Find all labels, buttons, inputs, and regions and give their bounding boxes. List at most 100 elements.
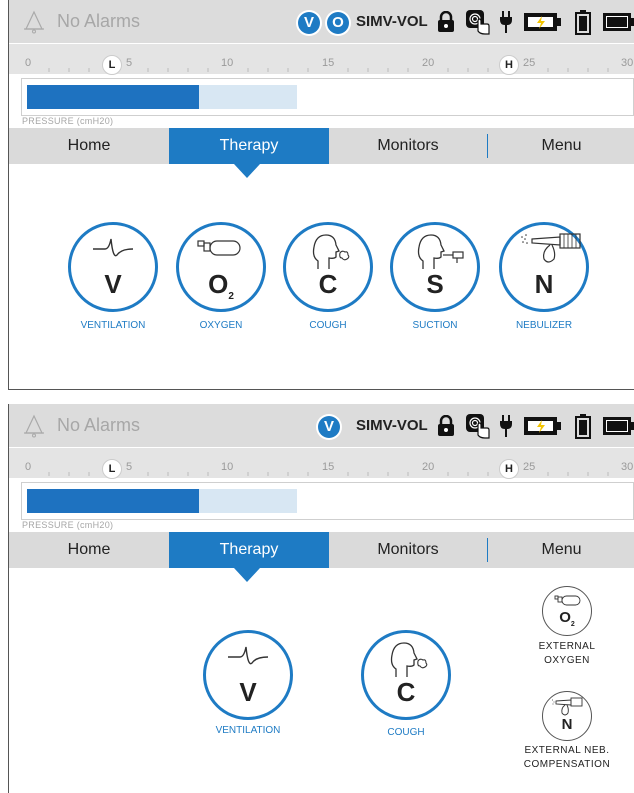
oxygen-tank-icon xyxy=(197,240,241,256)
caption-line: EXTERNAL NEB. xyxy=(524,745,610,756)
external-neb-caption: EXTERNAL NEB. COMPENSATION xyxy=(515,744,619,772)
touch-lock-icon[interactable] xyxy=(465,413,491,439)
pressure-current-bar xyxy=(27,489,199,513)
high-limit-marker[interactable]: H xyxy=(499,55,519,75)
scale-number: 30 xyxy=(621,57,634,69)
bell-icon[interactable] xyxy=(23,9,45,35)
low-limit-marker[interactable]: L xyxy=(102,55,122,75)
therapy-letter-sub: 2 xyxy=(228,291,234,303)
therapy-tile-oxygen[interactable]: O2 OXYGEN xyxy=(176,222,266,342)
tab-therapy[interactable]: Therapy xyxy=(169,532,329,568)
mode-badge-v: V xyxy=(298,12,320,34)
therapy-circle[interactable]: C xyxy=(361,630,451,720)
therapy-caption: VENTILATION xyxy=(215,725,281,736)
therapy-tile-ventilation[interactable]: V VENTILATION xyxy=(203,630,293,750)
therapy-letter: C xyxy=(396,677,416,707)
high-limit-marker[interactable]: H xyxy=(499,459,519,479)
oxygen-tank-icon xyxy=(554,595,581,606)
therapy-letter: O2 xyxy=(179,269,263,302)
scale-number: 20 xyxy=(422,57,435,69)
scale-number: 10 xyxy=(221,57,234,69)
therapy-circle[interactable]: V xyxy=(68,222,158,312)
therapy-letter-main: O xyxy=(208,269,229,299)
pressure-scale: 0 5 10 15 20 25 30 L H xyxy=(9,44,634,75)
tab-therapy[interactable]: Therapy xyxy=(169,128,329,164)
touch-lock-icon[interactable] xyxy=(465,9,491,35)
cough-head-icon xyxy=(390,642,428,677)
pressure-current-bar xyxy=(27,85,199,109)
status-bar: No Alarms V O SIMV-VOL xyxy=(9,0,634,43)
tab-monitors[interactable]: Monitors xyxy=(329,128,487,164)
caption-line: OXYGEN xyxy=(544,655,590,666)
ac-power-plug-icon xyxy=(500,11,512,33)
therapy-caption: COUGH xyxy=(309,320,347,331)
scale-number: 25 xyxy=(523,461,536,473)
active-tab-pointer xyxy=(234,164,260,178)
tab-menu[interactable]: Menu xyxy=(488,128,634,164)
therapy-letter: V xyxy=(239,677,257,707)
therapy-letter: S xyxy=(426,269,444,299)
letter-main: O xyxy=(559,609,571,626)
scale-number: 0 xyxy=(25,57,32,69)
external-battery-icon xyxy=(603,13,634,31)
therapy-tile-suction[interactable]: S SUCTION xyxy=(390,222,480,342)
battery-charging-icon xyxy=(524,13,561,31)
therapy-tile-ventilation[interactable]: V VENTILATION xyxy=(68,222,158,342)
therapy-tile-nebulizer[interactable]: N NEBULIZER xyxy=(499,222,589,342)
scale-number: 0 xyxy=(25,461,32,473)
scale-number: 30 xyxy=(621,461,634,473)
waveform-icon xyxy=(93,238,134,257)
scale-number: 15 xyxy=(322,461,335,473)
therapy-circle[interactable]: S xyxy=(390,222,480,312)
external-neb-circle[interactable]: N xyxy=(542,691,592,741)
mode-badge-v: V xyxy=(318,416,340,438)
scale-number: 15 xyxy=(322,57,335,69)
external-oxygen-letter: O2 xyxy=(543,609,591,628)
therapy-caption: COUGH xyxy=(387,727,425,738)
therapy-caption: VENTILATION xyxy=(80,320,146,331)
tab-home[interactable]: Home xyxy=(9,532,169,568)
scale-number: 5 xyxy=(126,461,133,473)
external-oxygen-tile[interactable]: O2 EXTERNAL OXYGEN xyxy=(523,586,613,666)
therapy-tile-cough[interactable]: C COUGH xyxy=(361,630,451,750)
therapy-letter: V xyxy=(104,269,122,299)
therapy-tile-cough[interactable]: C COUGH xyxy=(283,222,373,342)
letter-sub: 2 xyxy=(570,621,575,628)
tab-menu[interactable]: Menu xyxy=(488,532,634,568)
lock-icon[interactable] xyxy=(437,415,455,437)
therapy-circle[interactable]: V xyxy=(203,630,293,720)
ventilator-screen-1: No Alarms V O SIMV-VOL 0 5 10 15 20 25 3… xyxy=(8,0,634,390)
therapy-letter: C xyxy=(318,269,338,299)
therapy-caption: OXYGEN xyxy=(199,320,243,331)
therapy-caption: SUCTION xyxy=(412,320,458,331)
external-oxygen-circle[interactable]: O2 xyxy=(542,586,592,636)
low-limit-marker[interactable]: L xyxy=(102,459,122,479)
tab-monitors[interactable]: Monitors xyxy=(329,532,487,568)
pressure-gauge xyxy=(21,482,634,520)
therapy-circle[interactable]: N xyxy=(499,222,589,312)
external-neb-tile[interactable]: N EXTERNAL NEB. COMPENSATION xyxy=(515,691,619,781)
nav-tabs: Home Therapy Monitors Menu xyxy=(9,532,634,568)
external-battery-icon xyxy=(603,417,634,435)
therapy-caption: NEBULIZER xyxy=(515,320,573,331)
therapy-circle[interactable]: C xyxy=(283,222,373,312)
external-neb-letter: N xyxy=(561,716,573,733)
mode-badge-o: O xyxy=(327,12,349,34)
battery-vertical-icon xyxy=(575,414,591,439)
lock-icon[interactable] xyxy=(437,11,455,33)
bell-icon[interactable] xyxy=(23,413,45,439)
therapy-circle[interactable]: O2 xyxy=(176,222,266,312)
ac-power-plug-icon xyxy=(500,415,512,437)
pressure-scale: 0 5 10 15 20 25 30 L H xyxy=(9,448,634,479)
alarm-status-text: No Alarms xyxy=(57,415,141,435)
tab-home[interactable]: Home xyxy=(9,128,169,164)
scale-number: 10 xyxy=(221,461,234,473)
scale-number: 5 xyxy=(126,57,133,69)
battery-charging-icon xyxy=(524,417,561,435)
waveform-icon xyxy=(228,646,269,665)
suction-head-icon xyxy=(417,234,464,269)
nebulizer-icon xyxy=(521,233,581,263)
ventilator-screen-2: No Alarms V SIMV-VOL 0 5 10 15 20 25 30 … xyxy=(8,404,634,793)
pressure-gauge-label: PRESSURE (cmH20) xyxy=(22,520,114,530)
scale-number: 20 xyxy=(422,461,435,473)
